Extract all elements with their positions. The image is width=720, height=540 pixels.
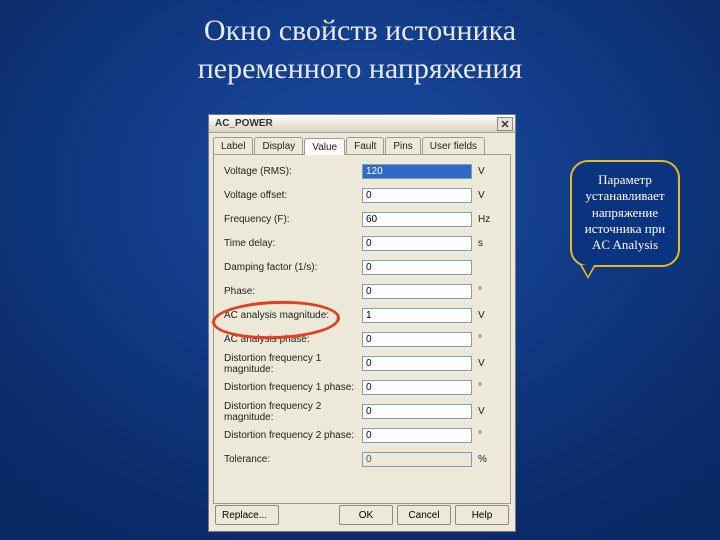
- field-label: Voltage offset:: [224, 190, 362, 201]
- field-label: Tolerance:: [224, 454, 362, 465]
- callout-text: Параметр устанавливает напряжение источн…: [585, 172, 665, 252]
- help-button[interactable]: Help: [455, 505, 509, 525]
- dialog-title: AC_POWER: [215, 118, 273, 129]
- field-row: AC analysis magnitude: V: [224, 307, 500, 324]
- tab-pins[interactable]: Pins: [385, 137, 420, 154]
- field-input[interactable]: [362, 404, 472, 419]
- field-unit: °: [472, 286, 496, 297]
- field-unit: °: [472, 382, 496, 393]
- field-input[interactable]: [362, 284, 472, 299]
- tab-user-fields[interactable]: User fields: [422, 137, 485, 154]
- field-input-wrap: [362, 188, 472, 203]
- slide-title: Окно свойств источника переменного напря…: [0, 12, 720, 87]
- field-unit: s: [472, 238, 496, 249]
- tab-fault[interactable]: Fault: [346, 137, 384, 154]
- field-input-wrap: [362, 212, 472, 227]
- field-input[interactable]: [362, 308, 472, 323]
- field-label: Distortion frequency 2 magnitude:: [224, 401, 362, 423]
- field-input[interactable]: [362, 188, 472, 203]
- field-input-wrap: [362, 164, 472, 179]
- field-label: Time delay:: [224, 238, 362, 249]
- field-input[interactable]: [362, 452, 472, 467]
- field-label: AC analysis magnitude:: [224, 310, 362, 321]
- field-unit: %: [472, 454, 496, 465]
- field-input[interactable]: [362, 212, 472, 227]
- field-row: Distortion frequency 2 magnitude: V: [224, 403, 500, 420]
- field-label: AC analysis phase:: [224, 334, 362, 345]
- field-row: Distortion frequency 1 phase: °: [224, 379, 500, 396]
- field-row: Phase: °: [224, 283, 500, 300]
- close-icon: [501, 120, 509, 128]
- field-input[interactable]: [362, 428, 472, 443]
- field-input[interactable]: [362, 332, 472, 347]
- field-input-wrap: [362, 260, 472, 275]
- field-label: Distortion frequency 1 magnitude:: [224, 353, 362, 375]
- dialog-button-row: Replace... OK Cancel Help: [215, 505, 509, 525]
- field-unit: V: [472, 310, 496, 321]
- field-row: Frequency (F): Hz: [224, 211, 500, 228]
- field-input-wrap: [362, 380, 472, 395]
- field-unit: V: [472, 166, 496, 177]
- field-input-wrap: [362, 452, 472, 467]
- field-input-wrap: [362, 284, 472, 299]
- close-button[interactable]: [497, 117, 513, 131]
- field-unit: V: [472, 358, 496, 369]
- tab-panel-value: Voltage (RMS): V Voltage offset: V Frequency…: [213, 154, 511, 504]
- field-label: Frequency (F):: [224, 214, 362, 225]
- field-input[interactable]: [362, 260, 472, 275]
- field-input-wrap: [362, 236, 472, 251]
- field-unit: V: [472, 190, 496, 201]
- field-input-wrap: [362, 356, 472, 371]
- field-input[interactable]: [362, 380, 472, 395]
- field-row: Voltage (RMS): V: [224, 163, 500, 180]
- callout-tail: [580, 265, 596, 279]
- field-input-wrap: [362, 428, 472, 443]
- field-input-wrap: [362, 308, 472, 323]
- field-input[interactable]: [362, 164, 472, 179]
- tab-strip: LabelDisplayValueFaultPinsUser fields: [209, 133, 515, 154]
- tab-label[interactable]: Label: [213, 137, 253, 154]
- tab-value[interactable]: Value: [304, 138, 345, 155]
- replace-button[interactable]: Replace...: [215, 505, 279, 525]
- field-row: Damping factor (1/s):: [224, 259, 500, 276]
- field-row: Voltage offset: V: [224, 187, 500, 204]
- field-row: Tolerance:%: [224, 451, 500, 468]
- field-unit: V: [472, 406, 496, 417]
- field-row: Distortion frequency 2 phase: °: [224, 427, 500, 444]
- field-row: AC analysis phase: °: [224, 331, 500, 348]
- field-label: Voltage (RMS):: [224, 166, 362, 177]
- cancel-button[interactable]: Cancel: [397, 505, 451, 525]
- field-input-wrap: [362, 332, 472, 347]
- field-label: Distortion frequency 2 phase:: [224, 430, 362, 441]
- ok-button[interactable]: OK: [339, 505, 393, 525]
- callout-bubble: Параметр устанавливает напряжение источн…: [570, 160, 680, 267]
- titlebar: AC_POWER: [209, 115, 515, 133]
- field-unit: Hz: [472, 214, 496, 225]
- field-row: Time delay: s: [224, 235, 500, 252]
- tab-display[interactable]: Display: [254, 137, 303, 154]
- field-input[interactable]: [362, 236, 472, 251]
- properties-dialog: AC_POWER LabelDisplayValueFaultPinsUser …: [208, 114, 516, 532]
- slide-title-line2: переменного напряжения: [198, 52, 523, 85]
- field-label: Distortion frequency 1 phase:: [224, 382, 362, 393]
- field-unit: °: [472, 334, 496, 345]
- slide-title-line1: Окно свойств источника: [204, 14, 516, 47]
- field-row: Distortion frequency 1 magnitude: V: [224, 355, 500, 372]
- field-input[interactable]: [362, 356, 472, 371]
- field-unit: °: [472, 430, 496, 441]
- field-label: Phase:: [224, 286, 362, 297]
- field-label: Damping factor (1/s):: [224, 262, 362, 273]
- field-input-wrap: [362, 404, 472, 419]
